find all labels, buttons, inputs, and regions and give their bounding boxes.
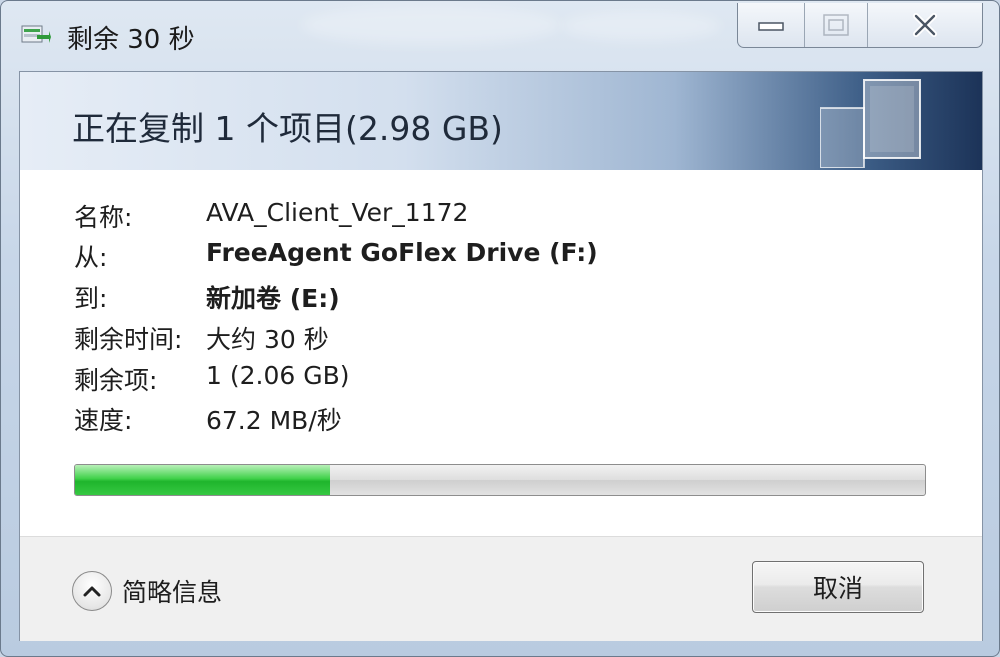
window-title: 剩余 30 秒 xyxy=(67,25,195,55)
copy-progress-icon xyxy=(21,25,51,43)
chevron-up-icon xyxy=(72,571,112,611)
header-band: 正在复制 1 个项目(2.98 GB) xyxy=(20,72,982,170)
copy-progress-bar xyxy=(74,464,926,496)
file-name-value: AVA_Client_Ver_1172 xyxy=(206,198,469,227)
maximize-icon xyxy=(823,14,849,36)
detail-label: 从: xyxy=(74,243,108,272)
detail-label: 名称: xyxy=(74,203,133,232)
copy-document-graphic xyxy=(820,79,921,168)
close-icon xyxy=(913,13,937,37)
maximize-button[interactable] xyxy=(805,3,868,47)
source-drive-link[interactable]: FreeAgent GoFlex Drive (F:) xyxy=(206,238,598,267)
items-remaining-value: 1 (2.06 GB) xyxy=(206,361,350,390)
fewer-details-label: 简略信息 xyxy=(122,578,223,607)
copy-dialog-window: 剩余 30 秒 正在复制 1 个项目(2.98 GB) 名称: AVA_Clie… xyxy=(0,0,1000,657)
detail-label: 剩余时间: xyxy=(74,325,183,354)
cancel-button[interactable]: 取消 xyxy=(752,561,924,613)
dialog-footer: 简略信息 取消 xyxy=(20,536,982,641)
time-remaining-value: 大约 30 秒 xyxy=(206,325,329,354)
speed-value: 67.2 MB/秒 xyxy=(206,406,342,435)
fewer-details-toggle[interactable]: 简略信息 xyxy=(72,569,222,613)
detail-label: 到: xyxy=(74,284,108,313)
detail-label: 速度: xyxy=(74,406,133,435)
title-bar[interactable]: 剩余 30 秒 xyxy=(1,1,999,71)
progress-fill xyxy=(75,465,330,495)
caption-buttons xyxy=(737,3,983,48)
minimize-icon xyxy=(758,22,784,31)
dialog-content: 正在复制 1 个项目(2.98 GB) 名称: AVA_Client_Ver_1… xyxy=(19,71,983,641)
destination-drive-link[interactable]: 新加卷 (E:) xyxy=(206,279,340,315)
copy-summary-title: 正在复制 1 个项目(2.98 GB) xyxy=(72,109,503,148)
minimize-button[interactable] xyxy=(738,3,805,47)
close-button[interactable] xyxy=(868,3,982,47)
detail-label: 剩余项: xyxy=(74,366,158,395)
